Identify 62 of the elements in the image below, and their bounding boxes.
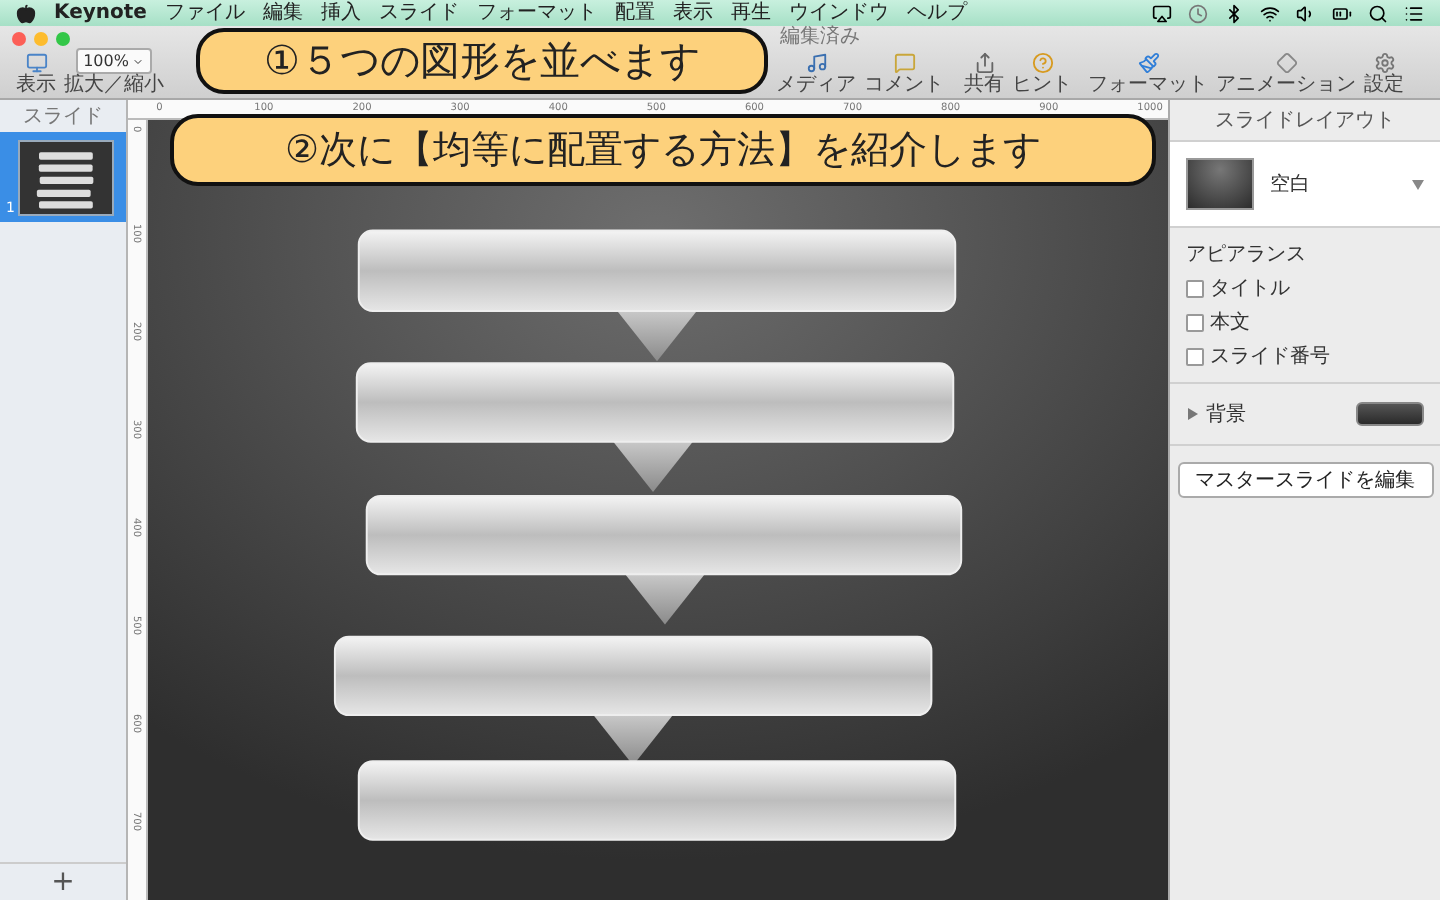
airplay-icon[interactable]	[1152, 3, 1172, 23]
triangle-shape	[617, 311, 697, 362]
sidebar-title: スライド	[21, 104, 105, 132]
settings-icon	[1373, 52, 1395, 74]
toolbar-button[interactable]: 設定	[1360, 52, 1408, 96]
disclosure-triangle-icon[interactable]	[1186, 408, 1198, 420]
menu-item[interactable]: ウインドウ	[788, 0, 889, 26]
toolbar-button[interactable]: ヒント	[1008, 52, 1076, 96]
menu-item[interactable]: ファイル	[164, 0, 245, 26]
menu-item[interactable]: ヘルプ	[906, 0, 967, 26]
section-title: アピアランス	[1186, 242, 1308, 268]
checkbox-label: 本文	[1210, 309, 1250, 336]
diamond-icon	[1275, 52, 1297, 74]
checkbox-label: スライド番号	[1210, 343, 1330, 370]
app-menu[interactable]: Keynote	[54, 0, 147, 26]
menu-item[interactable]: 配置	[614, 0, 655, 26]
help-icon	[1031, 52, 1053, 74]
share-icon	[973, 52, 995, 74]
toolbar-button[interactable]: 共有	[960, 52, 1008, 96]
caret-icon	[132, 55, 145, 67]
menu-item[interactable]: フォーマット	[476, 0, 597, 26]
toolbar-button[interactable]: フォーマット	[1084, 52, 1212, 96]
document-status: 編集済み	[780, 28, 860, 48]
battery-icon[interactable]	[1332, 3, 1352, 23]
layout-selector[interactable]: 空白	[1170, 142, 1440, 228]
volume-icon[interactable]	[1296, 3, 1316, 23]
wifi-icon[interactable]	[1260, 3, 1280, 23]
menu-item[interactable]: 挿入	[320, 0, 361, 26]
triangle-shape	[625, 574, 705, 625]
comment-icon	[893, 52, 915, 74]
triangle-shape	[593, 715, 673, 766]
checkbox-label: タイトル	[1210, 276, 1290, 302]
checkbox[interactable]	[1186, 279, 1204, 297]
toolbar-button[interactable]: コメント	[860, 52, 948, 96]
checkbox[interactable]	[1186, 347, 1204, 365]
zoom-control[interactable]: 100% 拡大／縮小	[60, 48, 168, 96]
menu-item[interactable]: スライド	[378, 0, 459, 26]
add-slide-button[interactable]: +	[0, 862, 126, 900]
layout-thumbnail	[1186, 158, 1254, 210]
color-swatch[interactable]	[1356, 402, 1424, 426]
edit-master-button[interactable]: マスタースライドを編集	[1177, 462, 1433, 498]
triangle-shape	[613, 441, 693, 492]
dropdown-arrow-icon	[1412, 179, 1424, 189]
music-icon	[805, 52, 827, 74]
slide-thumbnail	[18, 140, 115, 216]
search-icon[interactable]	[1368, 3, 1388, 23]
toolbar-button[interactable]: メディア	[772, 52, 860, 96]
clock-icon[interactable]	[1188, 3, 1208, 23]
paintbrush-icon	[1137, 52, 1159, 74]
view-icon	[25, 52, 47, 74]
checkbox[interactable]	[1186, 313, 1204, 331]
background-label: 背景	[1206, 401, 1246, 428]
callout: ①５つの図形を並べます	[196, 28, 768, 94]
callout: ②次に【均等に配置する方法】を紹介します	[170, 114, 1156, 186]
list-icon[interactable]	[1404, 3, 1424, 23]
menu-item[interactable]: 再生	[730, 0, 771, 26]
bluetooth-icon[interactable]	[1224, 3, 1244, 23]
menu-item[interactable]: 編集	[262, 0, 303, 26]
toolbar-button[interactable]: 表示	[12, 52, 60, 96]
menu-item[interactable]: 表示	[672, 0, 713, 26]
toolbar-button[interactable]: アニメーション	[1212, 52, 1360, 96]
apple-logo-icon[interactable]	[16, 3, 36, 23]
